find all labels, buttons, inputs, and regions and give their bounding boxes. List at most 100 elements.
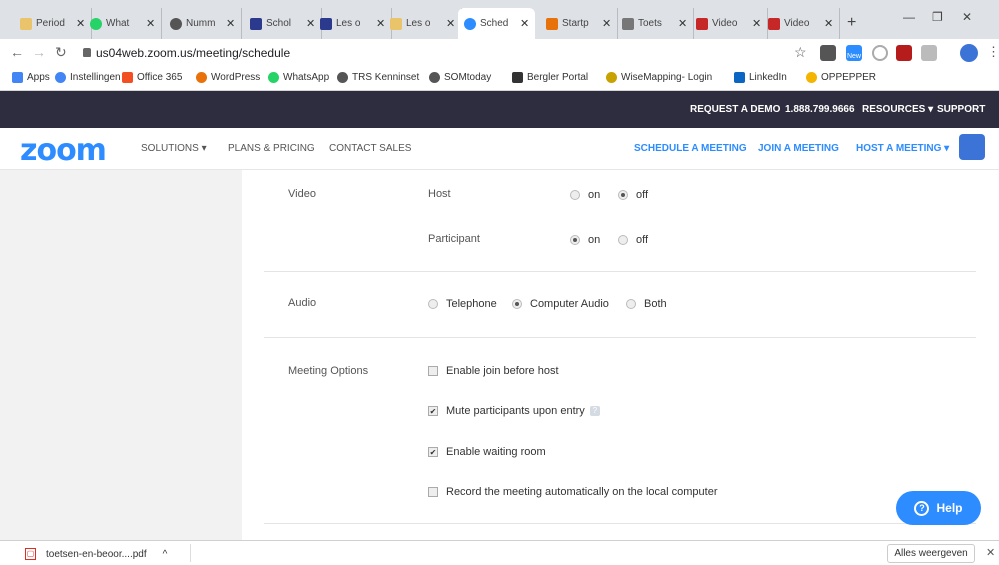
divider: [264, 271, 976, 272]
bookmark-instellingen[interactable]: Instellingen: [55, 72, 121, 83]
phone-link[interactable]: 1.888.799.9666: [785, 104, 855, 115]
bookmark-apps[interactable]: Apps: [12, 72, 50, 83]
participant-video-on-radio[interactable]: on: [570, 234, 600, 246]
host-label: Host: [428, 188, 451, 200]
window-close-icon[interactable]: ✕: [962, 10, 972, 24]
checkbox-checked-icon: ✔: [428, 406, 438, 416]
resources-menu[interactable]: RESOURCES ▾: [862, 104, 933, 115]
apps-grid-icon: [12, 72, 23, 83]
divider: [264, 523, 976, 524]
browser-tab[interactable]: Schol ✕: [244, 8, 323, 39]
close-icon[interactable]: ✕: [520, 17, 529, 30]
close-icon[interactable]: ✕: [146, 17, 155, 30]
lock-icon: [83, 48, 91, 57]
bookmarks-bar: Apps Instellingen Office 365 WordPress W…: [0, 67, 999, 91]
participant-video-off-radio[interactable]: off: [618, 234, 648, 246]
extension-cast-icon[interactable]: [921, 45, 937, 61]
host-video-on-radio[interactable]: on: [570, 189, 600, 201]
info-icon[interactable]: ?: [589, 406, 600, 416]
reload-icon[interactable]: ↻: [55, 44, 67, 61]
address-bar: ← → ↻ us04web.zoom.us/meeting/schedule ☆…: [0, 39, 999, 67]
bookmark-oppepper[interactable]: OPPEPPER: [806, 72, 876, 83]
close-icon[interactable]: ✕: [986, 546, 995, 559]
browser-tab[interactable]: What ✕: [84, 8, 163, 39]
mute-participants-checkbox[interactable]: ✔ Mute participants upon entry?: [428, 405, 600, 417]
support-link[interactable]: SUPPORT: [937, 104, 985, 115]
download-item[interactable]: ▢ toetsen-en-beoor....pdf ^: [25, 548, 167, 560]
contact-sales-link[interactable]: CONTACT SALES: [329, 143, 411, 154]
waiting-room-checkbox[interactable]: ✔ Enable waiting room: [428, 446, 546, 458]
close-icon[interactable]: ✕: [752, 17, 761, 30]
bookmark-wordpress[interactable]: WordPress: [196, 72, 260, 83]
bookmark-bergler[interactable]: Bergler Portal: [512, 72, 588, 83]
divider: [264, 337, 976, 338]
host-meeting-menu[interactable]: HOST A MEETING ▾: [856, 143, 949, 154]
radio-selected-icon: [512, 299, 522, 309]
user-avatar[interactable]: [959, 134, 985, 160]
minimize-icon[interactable]: —: [903, 10, 915, 24]
browser-tab[interactable]: Numm ✕: [164, 8, 243, 39]
plans-pricing-link[interactable]: PLANS & PRICING: [228, 143, 315, 154]
request-demo-link[interactable]: REQUEST A DEMO: [690, 104, 780, 115]
new-tab-button[interactable]: +: [847, 14, 856, 32]
browser-tab[interactable]: Les o ✕: [384, 8, 463, 39]
question-icon: ?: [914, 500, 930, 516]
globe-icon: [429, 72, 440, 83]
audio-both-radio[interactable]: Both: [626, 298, 667, 310]
bookmark-wisemapping[interactable]: WiseMapping- Login: [606, 72, 712, 83]
bookmark-trs[interactable]: TRS Kenninset: [337, 72, 419, 83]
join-meeting-link[interactable]: JOIN A MEETING: [758, 143, 839, 154]
bookmark-office365[interactable]: Office 365: [122, 72, 182, 83]
pepper-icon: [806, 72, 817, 83]
url-field[interactable]: us04web.zoom.us/meeting/schedule: [96, 46, 290, 60]
close-icon[interactable]: ✕: [446, 17, 455, 30]
zoom-top-bar: REQUEST A DEMO 1.888.799.9666 RESOURCES …: [0, 91, 999, 128]
schedule-meeting-link[interactable]: SCHEDULE A MEETING: [634, 143, 747, 154]
restore-icon[interactable]: ❐: [932, 10, 943, 24]
close-icon[interactable]: ✕: [602, 17, 611, 30]
extension-github-icon[interactable]: [872, 45, 888, 61]
forward-arrow-icon[interactable]: →: [32, 44, 46, 60]
back-arrow-icon[interactable]: ←: [10, 44, 24, 60]
radio-selected-icon: [570, 235, 580, 245]
browser-tab[interactable]: Period ✕: [14, 8, 93, 39]
show-all-downloads-button[interactable]: Alles weergeven: [887, 544, 975, 563]
gear-icon: [55, 72, 66, 83]
chevron-up-icon[interactable]: ^: [163, 549, 168, 560]
browser-tab[interactable]: Startp ✕: [540, 8, 619, 39]
profile-avatar[interactable]: [960, 44, 978, 62]
browser-tab-active[interactable]: Sched ✕: [458, 8, 536, 39]
whatsapp-icon: [268, 72, 279, 83]
extension-new-icon[interactable]: New: [846, 45, 862, 61]
close-icon[interactable]: ✕: [678, 17, 687, 30]
zoom-navigation: zoom SOLUTIONS ▾ PLANS & PRICING CONTACT…: [0, 128, 999, 170]
bookmark-star-icon[interactable]: ☆: [794, 44, 807, 61]
download-bar: ▢ toetsen-en-beoor....pdf ^ Alles weergeve…: [0, 540, 999, 565]
host-video-off-radio[interactable]: off: [618, 189, 648, 201]
audio-telephone-radio[interactable]: Telephone: [428, 298, 497, 310]
help-button[interactable]: ? Help: [896, 491, 981, 525]
audio-computer-radio[interactable]: Computer Audio: [512, 298, 609, 310]
browser-tab[interactable]: Toets ✕: [616, 8, 695, 39]
solutions-menu[interactable]: SOLUTIONS ▾: [141, 143, 207, 154]
enable-join-before-host-checkbox[interactable]: Enable join before host: [428, 365, 559, 377]
zoom-logo[interactable]: zoom: [20, 133, 107, 168]
browser-menu-icon[interactable]: ⋮: [987, 44, 999, 60]
bookmark-whatsapp[interactable]: WhatsApp: [268, 72, 329, 83]
radio-icon: [428, 299, 438, 309]
divider: [190, 544, 191, 562]
tab-favicon-icon: [390, 17, 402, 30]
browser-tab[interactable]: Video ✕: [690, 8, 769, 39]
bookmark-linkedin[interactable]: LinkedIn: [734, 72, 787, 83]
participant-label: Participant: [428, 233, 480, 245]
bookmark-somtoday[interactable]: SOMtoday: [429, 72, 491, 83]
tab-favicon-icon: [170, 17, 182, 30]
record-local-checkbox[interactable]: Record the meeting automatically on the …: [428, 486, 717, 498]
close-icon[interactable]: ✕: [226, 17, 235, 30]
extension-icon[interactable]: [820, 45, 836, 61]
close-icon[interactable]: ✕: [824, 17, 833, 30]
meeting-options-label: Meeting Options: [288, 365, 369, 377]
browser-tab[interactable]: Video ✕: [762, 8, 841, 39]
browser-tab[interactable]: Les o ✕: [314, 8, 393, 39]
extension-badge-icon[interactable]: [896, 45, 912, 61]
